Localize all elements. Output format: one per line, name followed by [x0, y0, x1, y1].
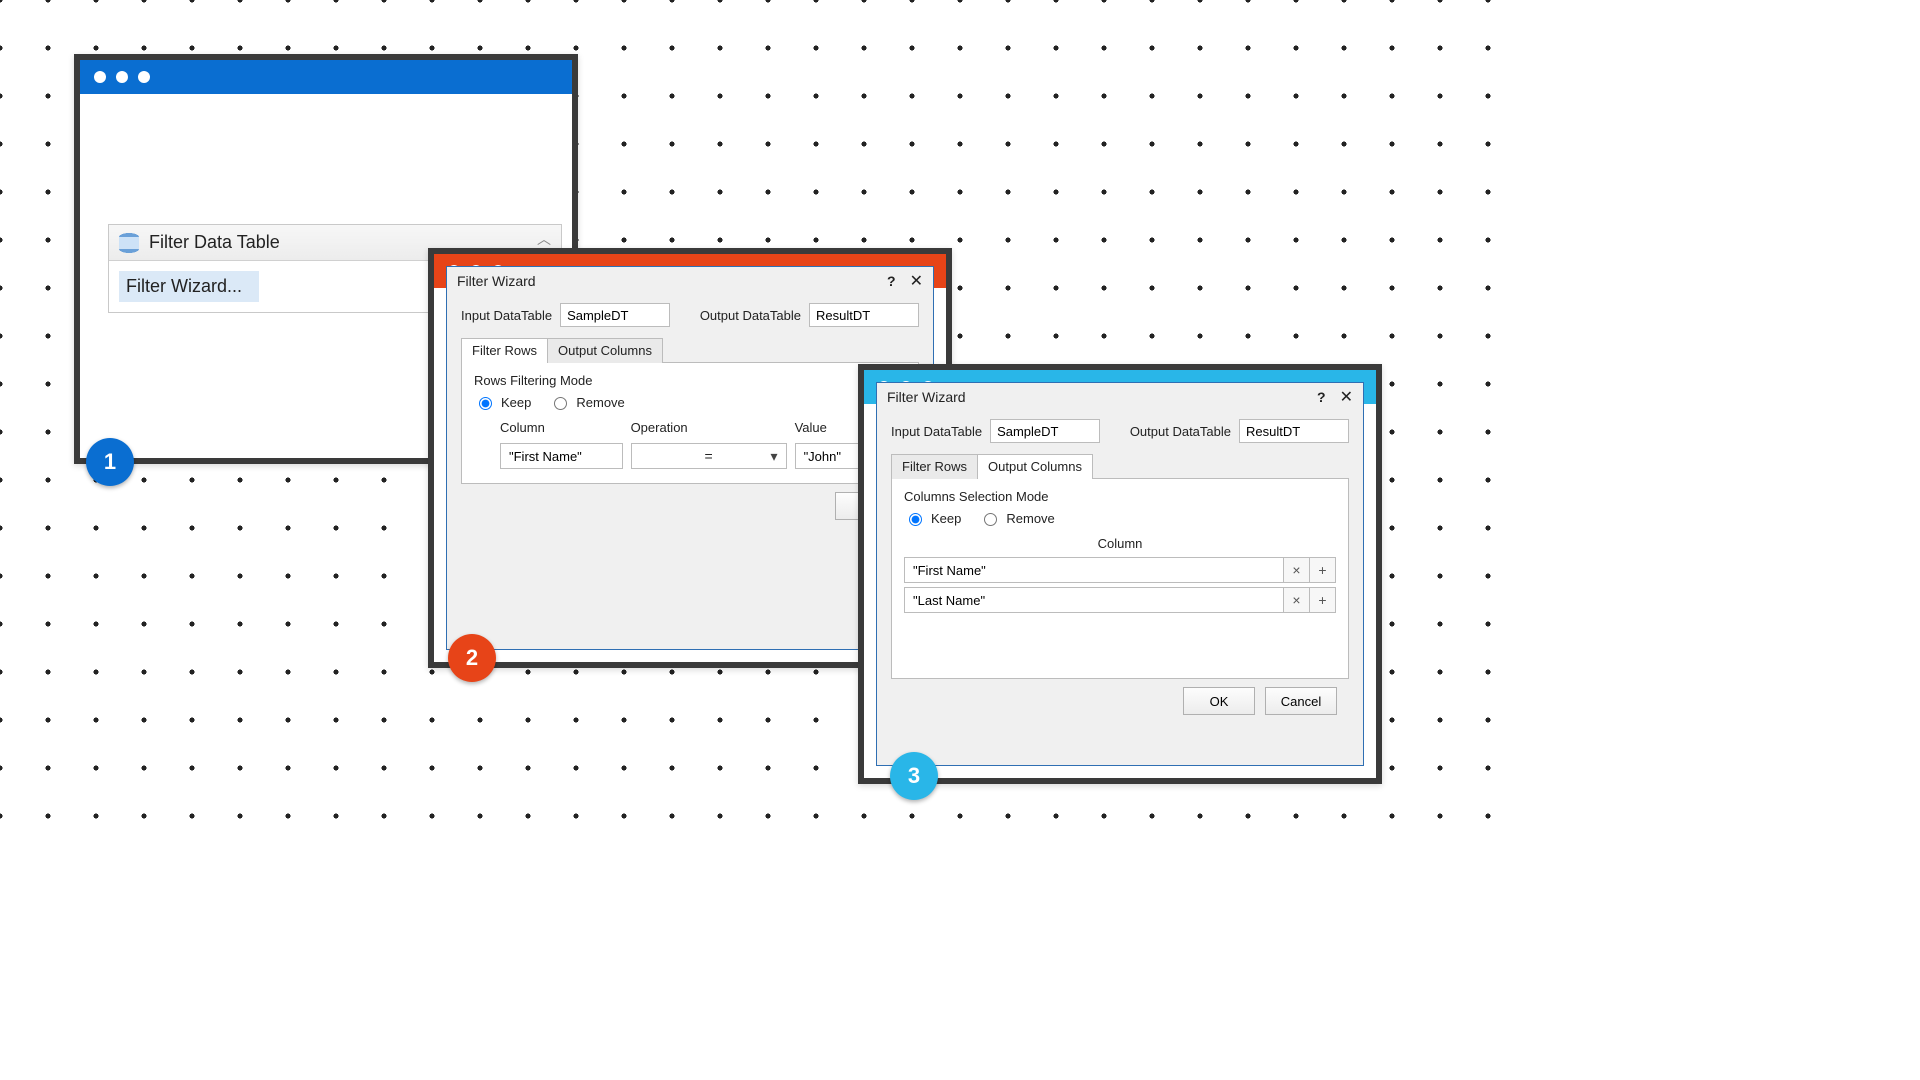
- window-control-dot: [138, 71, 150, 83]
- col-header-operation: Operation: [631, 420, 787, 435]
- output-datatable-label: Output DataTable: [700, 308, 801, 323]
- cols-keep-radio-input[interactable]: [909, 513, 922, 526]
- tabs: Filter Rows Output Columns: [461, 337, 919, 363]
- output-datatable-field[interactable]: [1239, 419, 1349, 443]
- remove-column-button[interactable]: ×: [1284, 557, 1310, 583]
- cancel-button[interactable]: Cancel: [1265, 687, 1337, 715]
- window-control-dot: [116, 71, 128, 83]
- filter-column-field[interactable]: [500, 443, 623, 469]
- close-icon[interactable]: ✕: [910, 271, 923, 291]
- io-datatable-row: Input DataTable Output DataTable: [891, 419, 1349, 443]
- tabs: Filter Rows Output Columns: [891, 453, 1349, 479]
- step-badge-3: 3: [890, 752, 938, 800]
- input-datatable-field[interactable]: [560, 303, 670, 327]
- remove-column-button[interactable]: ×: [1284, 587, 1310, 613]
- dialog-title: Filter Wizard: [457, 273, 536, 289]
- column-header: Column: [904, 536, 1336, 551]
- output-columns-tabpage: Columns Selection Mode Keep Remove Colum…: [891, 479, 1349, 679]
- io-datatable-row: Input DataTable Output DataTable: [461, 303, 919, 327]
- output-column-row: × +: [904, 557, 1336, 583]
- rows-remove-radio[interactable]: Remove: [549, 394, 624, 410]
- window-control-dot: [94, 71, 106, 83]
- tab-filter-rows[interactable]: Filter Rows: [891, 454, 978, 479]
- cols-remove-radio-input[interactable]: [984, 513, 997, 526]
- rows-mode-label: Rows Filtering Mode: [474, 373, 906, 388]
- dialog-titlebar: Filter Wizard ? ✕: [877, 383, 1363, 411]
- input-datatable-field[interactable]: [990, 419, 1100, 443]
- dialog-footer: OK Cancel: [891, 679, 1349, 715]
- output-datatable-label: Output DataTable: [1130, 424, 1231, 439]
- filter-operation-value: =: [704, 448, 712, 464]
- rows-remove-radio-input[interactable]: [554, 397, 567, 410]
- col-header-column: Column: [500, 420, 623, 435]
- step-badge-2: 2: [448, 634, 496, 682]
- help-icon[interactable]: ?: [1317, 389, 1326, 405]
- tab-output-columns[interactable]: Output Columns: [977, 454, 1093, 479]
- cols-keep-label: Keep: [931, 511, 961, 526]
- filter-wizard-dialog: Filter Wizard ? ✕ Input DataTable Output…: [876, 382, 1364, 766]
- ok-button[interactable]: OK: [1183, 687, 1255, 715]
- tab-output-columns[interactable]: Output Columns: [547, 338, 663, 363]
- filter-rows-tabpage: Rows Filtering Mode Keep Remove Column O…: [461, 363, 919, 484]
- window1-titlebar: [80, 60, 572, 94]
- filter-operation-select[interactable]: =: [631, 443, 787, 469]
- help-icon[interactable]: ?: [887, 273, 896, 289]
- add-column-button[interactable]: +: [1310, 587, 1336, 613]
- filter-wizard-link[interactable]: Filter Wizard...: [119, 271, 259, 302]
- cols-keep-radio[interactable]: Keep: [904, 510, 961, 526]
- cols-remove-label: Remove: [1006, 511, 1054, 526]
- datatable-icon: [119, 233, 139, 253]
- dialog-titlebar: Filter Wizard ? ✕: [447, 267, 933, 295]
- output-column-field[interactable]: [904, 557, 1284, 583]
- step-badge-1: 1: [86, 438, 134, 486]
- add-column-button[interactable]: +: [1310, 557, 1336, 583]
- cols-remove-radio[interactable]: Remove: [979, 510, 1054, 526]
- dialog-title: Filter Wizard: [887, 389, 966, 405]
- close-icon[interactable]: ✕: [1340, 387, 1353, 407]
- step3-output-columns-window: Filter Wizard ? ✕ Input DataTable Output…: [858, 364, 1382, 784]
- input-datatable-label: Input DataTable: [891, 424, 982, 439]
- tab-filter-rows[interactable]: Filter Rows: [461, 338, 548, 363]
- output-column-field[interactable]: [904, 587, 1284, 613]
- output-column-row: × +: [904, 587, 1336, 613]
- rows-keep-radio[interactable]: Keep: [474, 394, 531, 410]
- output-datatable-field[interactable]: [809, 303, 919, 327]
- input-datatable-label: Input DataTable: [461, 308, 552, 323]
- dialog-footer: OK: [461, 484, 919, 520]
- rows-remove-label: Remove: [576, 395, 624, 410]
- rows-keep-radio-input[interactable]: [479, 397, 492, 410]
- activity-title: Filter Data Table: [149, 232, 280, 253]
- rows-keep-label: Keep: [501, 395, 531, 410]
- cols-mode-label: Columns Selection Mode: [904, 489, 1336, 504]
